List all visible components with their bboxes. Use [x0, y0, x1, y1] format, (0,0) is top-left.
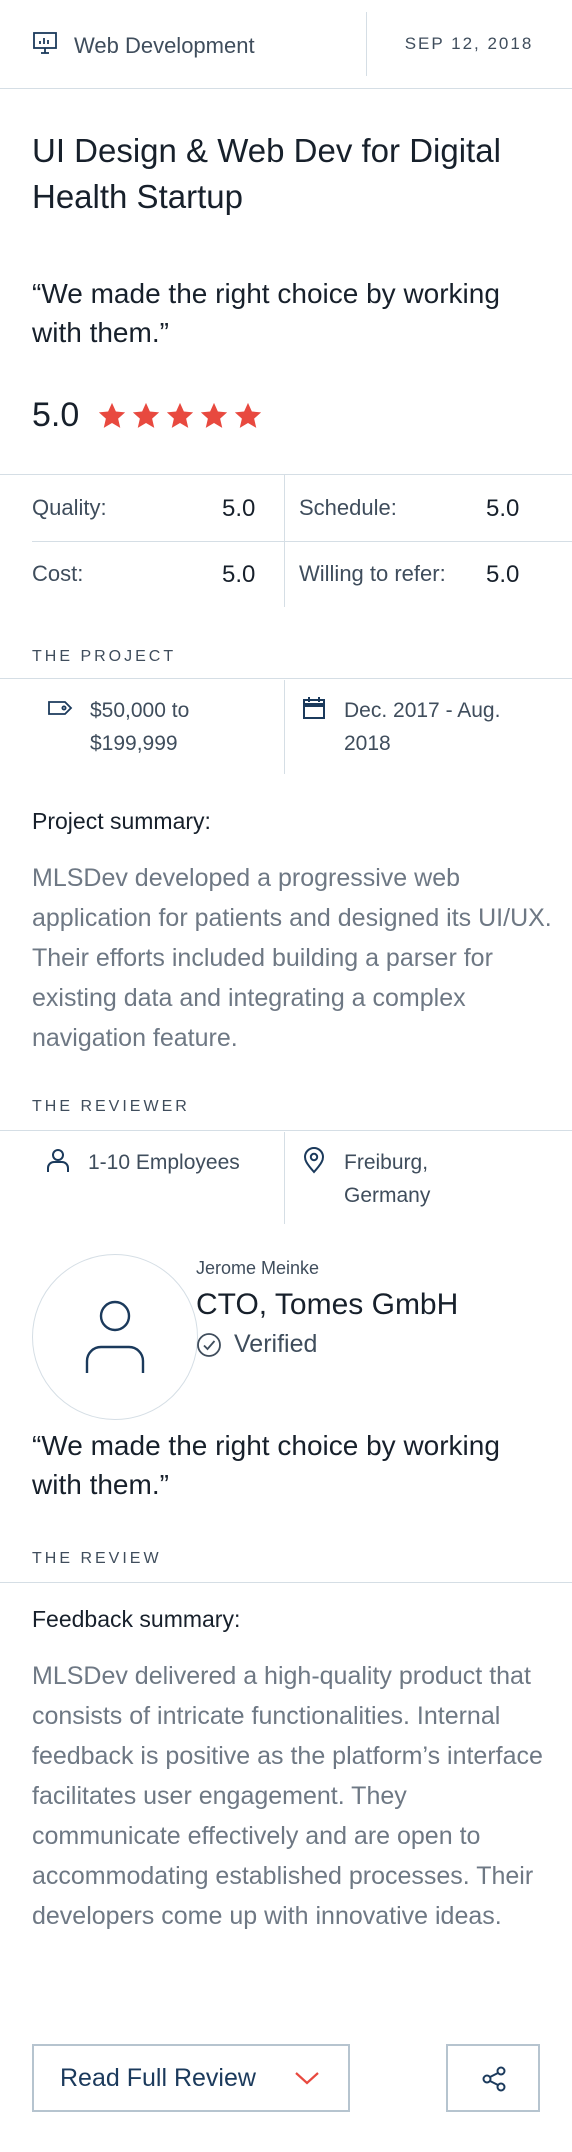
willing-to-refer-value: 5.0: [486, 561, 520, 588]
feedback-summary: MLSDev delivered a high-quality product …: [32, 1662, 543, 1930]
review-date: SEP 12, 2018: [404, 34, 534, 53]
company-size: 1-10 Employees: [44, 1146, 240, 1179]
project-heading: THE PROJECT: [32, 648, 177, 665]
reviewer-quote: “We made the right choice by working wit…: [32, 1430, 500, 1500]
cost-label: Cost:: [32, 561, 84, 586]
verified-label: Verified: [234, 1330, 318, 1358]
reviewer-heading: THE REVIEWER: [32, 1098, 190, 1115]
star-icon: [133, 402, 160, 428]
score-grid: Quality: 5.0 Schedule: 5.0 Cost: 5.0 Wil…: [0, 474, 572, 607]
chevron-down-icon: [295, 2072, 319, 2085]
overall-rating: 5.0: [32, 396, 263, 435]
share-button[interactable]: [446, 2044, 540, 2112]
price-tag-icon: [46, 694, 74, 760]
review-heading: THE REVIEW: [32, 1550, 162, 1567]
read-full-review-button[interactable]: Read Full Review: [32, 2044, 350, 2112]
divider: [284, 680, 285, 774]
verified-badge: Verified: [196, 1330, 317, 1359]
star-icon: [201, 402, 228, 428]
read-full-review-label: Read Full Review: [60, 2063, 256, 2092]
budget-line-2: $199,999: [90, 732, 178, 755]
quality-label: Quality:: [32, 495, 107, 520]
reviewer-name: Jerome Meinke: [196, 1258, 320, 1278]
avatar: [32, 1254, 198, 1420]
calendar-icon: [300, 694, 328, 760]
project-title: UI Design & Web Dev for Digital Health S…: [32, 132, 501, 215]
review-card: Web Development SEP 12, 2018 UI Design &…: [0, 0, 572, 2152]
category: Web Development: [32, 30, 255, 61]
review-header: Web Development SEP 12, 2018: [0, 0, 572, 89]
willing-to-refer-label: Willing to refer:: [299, 561, 446, 586]
divider: [0, 1582, 572, 1583]
rating-stars: [97, 401, 263, 431]
cost-value: 5.0: [222, 561, 256, 588]
monitor-chart-icon: [32, 30, 58, 61]
reviewer-role: CTO, Tomes GmbH: [196, 1288, 459, 1321]
review-quote: “We made the right choice by working wit…: [32, 278, 500, 348]
schedule-value: 5.0: [486, 495, 520, 522]
location-line-1: Freiburg,: [344, 1151, 429, 1174]
project-summary-label: Project summary:: [32, 808, 211, 834]
project-budget: $50,000 to $199,999: [46, 694, 189, 760]
budget-line-1: $50,000 to: [90, 699, 190, 722]
rating-value: 5.0: [32, 396, 80, 434]
divider: [0, 678, 572, 679]
employees: 1-10 Employees: [88, 1151, 240, 1174]
schedule-label: Schedule:: [299, 495, 397, 520]
star-icon: [235, 402, 262, 428]
location-line-2: Germany: [344, 1184, 431, 1207]
category-label: Web Development: [74, 32, 255, 58]
project-summary: MLSDev developed a progressive web appli…: [32, 864, 552, 1052]
dates-line-2: 2018: [344, 732, 391, 755]
user-avatar-icon: [85, 1300, 145, 1373]
project-dates: Dec. 2017 - Aug. 2018: [300, 694, 500, 760]
person-icon: [44, 1146, 72, 1179]
check-circle-icon: [197, 1332, 221, 1357]
share-icon: [482, 2066, 506, 2092]
divider: [0, 1130, 572, 1131]
star-icon: [167, 402, 194, 428]
feedback-summary-label: Feedback summary:: [32, 1606, 241, 1632]
location-pin-icon: [300, 1146, 328, 1212]
divider: [284, 1132, 285, 1224]
quality-value: 5.0: [222, 495, 256, 522]
reviewer-location: Freiburg, Germany: [300, 1146, 430, 1212]
dates-line-1: Dec. 2017 - Aug.: [344, 699, 501, 722]
star-icon: [99, 402, 126, 428]
